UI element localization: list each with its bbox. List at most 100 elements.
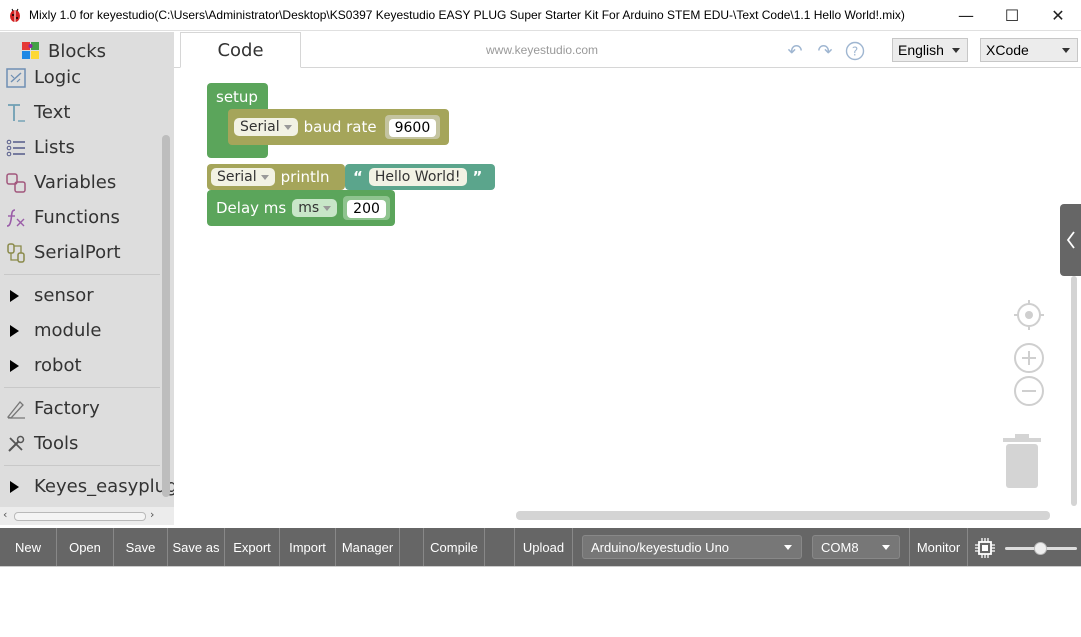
toolbox-item-text[interactable]: Text <box>0 95 160 130</box>
board-select[interactable]: Arduino/keyestudio Uno <box>582 535 802 559</box>
serial-begin-block[interactable]: Serial baud rate 9600 <box>228 109 449 145</box>
monitor-button[interactable]: Monitor <box>909 528 968 566</box>
new-button[interactable]: New <box>0 528 57 566</box>
toolbox-group-label: sensor <box>34 285 94 306</box>
blocks-label: Blocks <box>48 40 107 62</box>
window-title: Mixly 1.0 for keyestudio(C:\Users\Admini… <box>29 8 905 22</box>
delay-unit-dropdown[interactable]: ms <box>292 199 338 217</box>
list-icon <box>2 134 30 162</box>
save-button[interactable]: Save <box>114 528 168 566</box>
zoom-in-icon[interactable] <box>1012 341 1046 375</box>
text-icon <box>2 99 30 127</box>
block-workspace[interactable]: setup Serial baud rate 9600 Serial print… <box>174 68 1081 525</box>
minimize-button[interactable]: — <box>943 0 989 31</box>
scroll-right-icon[interactable]: › <box>150 508 154 521</box>
chevron-down-icon <box>882 545 890 550</box>
toolbox-item-lists[interactable]: Lists <box>0 130 160 165</box>
workspace-horizontal-scrollbar[interactable] <box>516 511 1050 520</box>
chevron-down-icon <box>784 545 792 550</box>
import-button[interactable]: Import <box>280 528 336 566</box>
toolbox-vertical-scrollbar[interactable] <box>162 135 170 497</box>
save-as-button[interactable]: Save as <box>168 528 225 566</box>
manager-button[interactable]: Manager <box>336 528 400 566</box>
quote-close-icon: ” <box>472 168 483 186</box>
text-block[interactable]: “ Hello World! ” <box>345 164 495 190</box>
console-output[interactable] <box>0 566 1081 637</box>
language-select[interactable]: English <box>892 38 968 62</box>
quote-open-icon: “ <box>353 168 363 186</box>
baud-rate-value[interactable]: 9600 <box>388 119 437 137</box>
text-value[interactable]: Hello World! <box>368 168 467 186</box>
toolbox-item-label: Lists <box>34 137 75 158</box>
upload-button[interactable]: Upload <box>515 528 573 566</box>
zoom-out-icon[interactable] <box>1012 374 1046 408</box>
scroll-left-icon[interactable]: ‹ <box>3 508 7 521</box>
compile-button[interactable]: Compile <box>424 528 485 566</box>
toolbox-group-keyes-easyplug[interactable]: Keyes_easyplug <box>0 469 177 504</box>
functions-icon <box>2 204 30 232</box>
delay-block[interactable]: Delay ms ms 200 <box>207 190 395 226</box>
serial-dropdown[interactable]: Serial <box>211 168 275 186</box>
serial-println-block[interactable]: Serial println <box>207 164 345 190</box>
zoom-slider-thumb[interactable] <box>1034 542 1047 555</box>
toolbox-item-label: Factory <box>34 398 100 419</box>
title-bar: Mixly 1.0 for keyestudio(C:\Users\Admini… <box>0 0 1081 31</box>
maximize-button[interactable]: ☐ <box>989 0 1035 31</box>
toolbox-item-label: Text <box>34 102 71 123</box>
toolbox-item-functions[interactable]: Functions <box>0 200 160 235</box>
factory-icon <box>2 395 30 423</box>
tools-icon <box>2 430 30 458</box>
toolbox-item-tools[interactable]: Tools <box>0 426 160 461</box>
toolbox-item-serialport[interactable]: SerialPort <box>0 235 160 270</box>
variables-icon <box>2 169 30 197</box>
undo-icon[interactable]: ↶ <box>784 40 806 62</box>
workspace-vertical-scrollbar[interactable] <box>1071 276 1077 506</box>
port-select[interactable]: COM8 <box>812 535 900 559</box>
side-panel-toggle[interactable] <box>1060 204 1081 276</box>
toolbox-item-label: Variables <box>34 172 117 193</box>
toolbox-divider <box>4 465 160 466</box>
toolbox-sidebar: Blocks Logic Text Lists Variables Functi… <box>0 32 177 525</box>
trash-icon[interactable] <box>1000 433 1044 489</box>
dropdown-arrow-icon <box>323 205 332 211</box>
toolbox-item-label: Functions <box>34 207 120 228</box>
open-button[interactable]: Open <box>57 528 114 566</box>
export-button[interactable]: Export <box>225 528 280 566</box>
puzzle-icon <box>22 42 39 59</box>
close-button[interactable]: ✕ <box>1035 0 1081 31</box>
toolbox-item-label: Tools <box>34 433 79 454</box>
chip-icon[interactable] <box>974 537 996 559</box>
expand-arrow-icon <box>10 324 19 337</box>
delay-unit-value: ms <box>298 200 320 216</box>
serialport-icon <box>2 239 30 267</box>
chevron-down-icon <box>952 48 960 53</box>
help-icon[interactable]: ? <box>844 40 866 62</box>
toolbox-horizontal-scrollbar[interactable] <box>14 512 146 521</box>
recenter-icon[interactable] <box>1012 298 1046 332</box>
toolbox-divider <box>4 387 160 388</box>
editor-header: Code www.keyestudio.com ↶ ↷ ? English XC… <box>174 32 1081 68</box>
toolbox-group-label: module <box>34 320 102 341</box>
baud-input-socket: 9600 <box>384 115 441 139</box>
svg-text:?: ? <box>852 45 858 59</box>
toolbox-group-sensor[interactable]: sensor <box>0 278 160 313</box>
toolbar-spacer <box>485 528 515 566</box>
tab-code[interactable]: Code <box>180 32 301 68</box>
setup-label: setup <box>216 88 258 106</box>
theme-select[interactable]: XCode <box>980 38 1078 62</box>
toolbox-divider <box>4 274 160 275</box>
println-label: println <box>280 168 330 186</box>
toolbox-item-variables[interactable]: Variables <box>0 165 160 200</box>
toolbox-group-module[interactable]: module <box>0 313 160 348</box>
toolbox-item-factory[interactable]: Factory <box>0 391 160 426</box>
toolbox-item-logic[interactable]: Logic <box>0 60 160 95</box>
bottom-toolbar: New Open Save Save as Export Import Mana… <box>0 528 1081 566</box>
redo-icon[interactable]: ↷ <box>814 40 836 62</box>
port-value: COM8 <box>821 539 859 555</box>
toolbox-group-robot[interactable]: robot <box>0 348 160 383</box>
delay-label: Delay ms <box>216 199 287 217</box>
serial-dropdown[interactable]: Serial <box>234 118 298 136</box>
delay-value[interactable]: 200 <box>347 200 386 218</box>
toolbar-spacer <box>400 528 424 566</box>
board-value: Arduino/keyestudio Uno <box>591 539 730 555</box>
